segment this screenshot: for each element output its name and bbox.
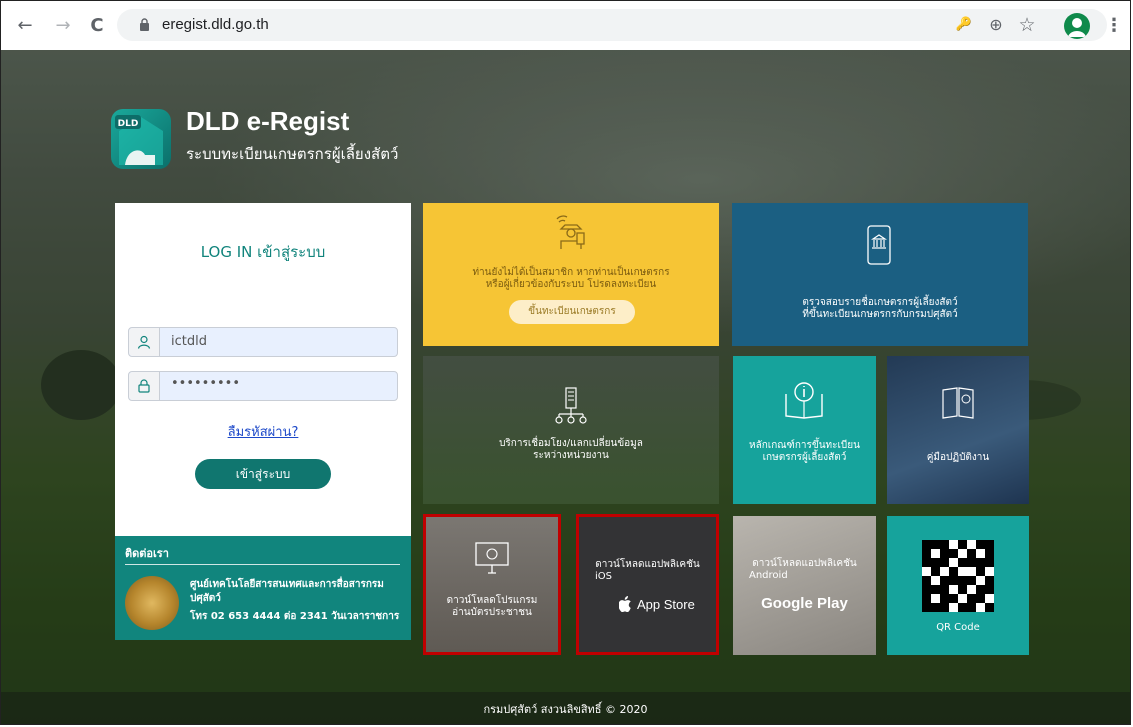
username-value: ictdld	[171, 334, 207, 349]
check-text-line2: ที่ขึ้นทะเบียนเกษตรกรกับกรมปศุสัตว์	[802, 309, 958, 320]
site-subtitle: ระบบทะเบียนเกษตรกรผู้เลี้ยงสัตว์	[186, 145, 399, 163]
exchange-text-line1: บริการเชื่อมโยง/แลกเปลี่ยนข้อมูล	[499, 438, 643, 449]
ios-download-tile[interactable]: ดาวน์โหลดแอปพลิเคชัน iOS App Store	[576, 514, 719, 655]
forgot-password-link[interactable]: ลืมรหัสผ่าน?	[115, 421, 411, 442]
card-reader-text-line2: อ่านบัตรประชาชน	[452, 607, 532, 618]
forward-icon[interactable]: →	[51, 14, 75, 38]
contact-title: ติดต่อเรา	[125, 547, 169, 560]
login-title: LOG IN เข้าสู่ระบบ	[200, 243, 326, 261]
logo-text: DLD	[118, 119, 139, 129]
browser-window: ← → C eregist.dld.go.th 🔑 ⊕ ☆ ⋮ DLD DLD …	[0, 0, 1131, 725]
exchange-text-line2: ระหว่างหน่วยงาน	[533, 450, 609, 461]
password-value: •••••••••	[171, 376, 241, 391]
login-button[interactable]: เข้าสู่ระบบ	[195, 459, 331, 489]
padlock-icon	[129, 372, 160, 400]
monitor-download-icon	[475, 542, 509, 574]
card-reader-text-line1: ดาวน์โหลดโปรแกรม	[446, 595, 538, 606]
zoom-icon[interactable]: ⊕	[985, 14, 1007, 36]
profile-avatar-icon[interactable]	[1064, 13, 1090, 39]
check-registration-tile[interactable]: ตรวจสอบรายชื่อเกษตรกรผู้เลี้ยงสัตว์ ที่ข…	[732, 203, 1028, 346]
contact-organization: ศูนย์เทคโนโลยีสารสนเทศและการสื่อสารกรมปศ…	[190, 579, 384, 604]
criteria-tile[interactable]: หลักเกณฑ์การขึ้นทะเบียน เกษตรกรผู้เลี้ยง…	[733, 356, 876, 504]
dld-logo: DLD	[111, 109, 171, 169]
department-seal	[125, 576, 179, 630]
app-store-label: App Store	[637, 597, 695, 612]
check-text-line1: ตรวจสอบรายชื่อเกษตรกรผู้เลี้ยงสัตว์	[802, 297, 958, 308]
manual-text: คู่มือปฏิบัติงาน	[926, 452, 990, 463]
browser-menu-icon[interactable]: ⋮	[1105, 14, 1123, 38]
apple-icon	[619, 596, 631, 612]
lock-icon	[140, 18, 149, 31]
google-play-label: Google Play	[761, 595, 848, 612]
login-panel: LOG IN เข้าสู่ระบบ ictdld ••••••••• ลืมร…	[115, 203, 411, 536]
reload-icon[interactable]: C	[85, 14, 109, 38]
data-exchange-tile[interactable]: บริการเชื่อมโยง/แลกเปลี่ยนข้อมูล ระหว่าง…	[423, 356, 719, 504]
username-field[interactable]: ictdld	[128, 327, 398, 357]
android-text-line2: Android	[749, 570, 788, 581]
manual-book-icon	[942, 387, 974, 419]
divider	[125, 564, 400, 565]
key-icon[interactable]: 🔑	[953, 14, 975, 36]
register-tile[interactable]: ท่านยังไม่ได้เป็นสมาชิก หากท่านเป็นเกษตร…	[423, 203, 719, 346]
network-building-icon	[555, 387, 587, 424]
password-field[interactable]: •••••••••	[128, 371, 398, 401]
footer-copyright: กรมปศุสัตว์ สงวนลิขสิทธิ์ © 2020	[483, 703, 648, 716]
bookmark-star-icon[interactable]: ☆	[1016, 14, 1038, 36]
page-background: DLD DLD e-Regist ระบบทะเบียนเกษตรกรผู้เล…	[1, 50, 1130, 724]
register-text-line2: หรือผู้เกี่ยวข้องกับระบบ โปรดลงทะเบียน	[485, 279, 657, 290]
contact-panel: ติดต่อเรา ศูนย์เทคโนโลยีสารสนเทศและการสื…	[115, 536, 411, 640]
url-text: eregist.dld.go.th	[162, 16, 269, 33]
phone-bank-icon	[867, 225, 891, 265]
register-farmer-button[interactable]: ขึ้นทะเบียนเกษตรกร	[509, 300, 635, 324]
ios-text-line1: ดาวน์โหลดแอปพลิเคชัน	[595, 559, 700, 570]
qr-code-label: QR Code	[936, 622, 980, 633]
manual-tile[interactable]: คู่มือปฏิบัติงาน	[887, 356, 1029, 504]
back-icon[interactable]: ←	[13, 14, 37, 38]
browser-toolbar: ← → C eregist.dld.go.th 🔑 ⊕ ☆ ⋮	[1, 1, 1130, 51]
card-reader-download-tile[interactable]: ดาวน์โหลดโปรแกรม อ่านบัตรประชาชน	[423, 514, 561, 655]
site-title: DLD e-Regist	[186, 106, 350, 136]
farmer-icon	[556, 215, 585, 249]
criteria-text-line2: เกษตรกรผู้เลี้ยงสัตว์	[762, 452, 847, 463]
qr-code-image	[922, 540, 994, 612]
android-download-tile[interactable]: ดาวน์โหลดแอปพลิเคชัน Android Google Play	[733, 516, 876, 655]
book-info-icon	[785, 382, 823, 419]
register-text-line1: ท่านยังไม่ได้เป็นสมาชิก หากท่านเป็นเกษตร…	[472, 267, 670, 278]
qr-code-tile[interactable]: QR Code	[887, 516, 1029, 655]
contact-phone: โทร 02 653 4444 ต่อ 2341 วันเวลาราชการ	[190, 611, 400, 622]
criteria-text-line1: หลักเกณฑ์การขึ้นทะเบียน	[749, 440, 860, 451]
android-text-line1: ดาวน์โหลดแอปพลิเคชัน	[752, 558, 857, 569]
address-bar[interactable]: eregist.dld.go.th 🔑 ⊕ ☆	[117, 9, 1107, 41]
ios-text-line2: iOS	[595, 571, 612, 582]
user-icon	[129, 328, 160, 356]
